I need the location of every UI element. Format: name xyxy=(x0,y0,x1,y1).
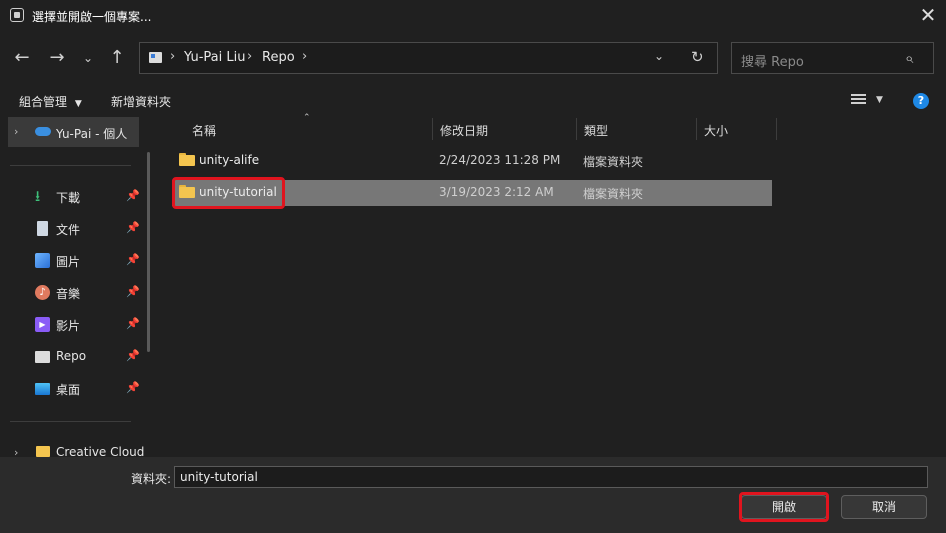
sidebar-item-documents[interactable]: 文件 📌 xyxy=(0,214,150,244)
refresh-icon[interactable]: ↻ xyxy=(691,48,704,66)
file-type: 檔案資料夾 xyxy=(583,155,644,169)
search-placeholder: 搜尋 Repo xyxy=(741,55,804,70)
column-header-modified[interactable]: 修改日期 xyxy=(440,122,488,139)
music-icon: ♪ xyxy=(35,285,50,300)
sidebar-item-label: 文件 xyxy=(56,223,81,237)
sidebar-item-label: Yu-Pai - 個人 xyxy=(56,127,128,141)
file-modified: 2/24/2023 11:28 PM xyxy=(439,153,561,167)
search-box[interactable]: 搜尋 Repo ⌕ xyxy=(731,42,934,74)
sidebar-item-label: Repo xyxy=(56,349,87,363)
chevron-right-icon[interactable]: › xyxy=(170,49,175,64)
file-type: 檔案資料夾 xyxy=(583,187,644,201)
window-title: 選擇並開啟一個專案... xyxy=(32,10,152,24)
recent-locations-button[interactable]: ⌄ xyxy=(74,44,102,72)
sidebar-item-pictures[interactable]: 圖片 📌 xyxy=(0,246,150,276)
pin-icon: 📌 xyxy=(126,349,140,362)
column-divider[interactable] xyxy=(776,118,777,140)
pin-icon: 📌 xyxy=(126,189,140,202)
column-divider[interactable] xyxy=(696,118,697,140)
up-button[interactable]: ↑ xyxy=(103,44,131,72)
file-row[interactable]: unity-alife 2/24/2023 11:28 PM 檔案資料夾 xyxy=(172,148,772,174)
sidebar-scrollbar[interactable] xyxy=(147,152,150,352)
sidebar-item-label: 下載 xyxy=(56,191,81,205)
address-dropdown-icon[interactable]: ⌄ xyxy=(654,49,664,63)
back-button[interactable]: ← xyxy=(8,44,36,72)
download-icon: ⭳ xyxy=(35,187,41,205)
cancel-button[interactable]: 取消 xyxy=(841,495,927,519)
new-folder-button[interactable]: 新增資料夾 xyxy=(111,93,171,110)
divider xyxy=(10,165,131,166)
folder-icon xyxy=(35,351,50,363)
pin-icon: 📌 xyxy=(126,221,140,234)
pin-icon: 📌 xyxy=(126,381,140,394)
help-icon[interactable]: ? xyxy=(913,93,929,109)
folder-icon xyxy=(179,153,195,166)
view-options-icon[interactable] xyxy=(851,94,866,107)
chevron-right-icon[interactable]: › xyxy=(302,49,307,64)
highlight-box xyxy=(739,492,829,522)
folder-name-value: unity-tutorial xyxy=(180,470,258,484)
divider xyxy=(10,421,131,422)
pin-icon: 📌 xyxy=(126,253,140,266)
forward-button[interactable]: → xyxy=(43,44,71,72)
organize-label: 組合管理 xyxy=(19,95,68,109)
pin-icon: 📌 xyxy=(126,285,140,298)
column-header-size[interactable]: 大小 xyxy=(704,122,728,139)
location-icon xyxy=(149,52,162,63)
caret-down-icon[interactable]: ▼ xyxy=(876,95,883,105)
app-icon xyxy=(10,8,24,22)
sidebar-item-label: 桌面 xyxy=(56,383,81,397)
desktop-icon xyxy=(35,383,50,395)
column-header-name[interactable]: 名稱 xyxy=(192,122,216,139)
sidebar-item-downloads[interactable]: ⭳ 下載 📌 xyxy=(0,182,150,212)
breadcrumb-item[interactable]: Yu-Pai Liu xyxy=(184,50,245,65)
column-divider[interactable] xyxy=(576,118,577,140)
highlight-box xyxy=(172,177,285,209)
column-header-type[interactable]: 類型 xyxy=(584,122,608,139)
breadcrumb-item[interactable]: Repo xyxy=(262,50,295,65)
sidebar-item-repo[interactable]: Repo 📌 xyxy=(0,342,150,372)
file-name: unity-alife xyxy=(199,153,260,167)
folder-name-input[interactable]: unity-tutorial xyxy=(174,466,928,488)
chevron-right-icon[interactable]: › xyxy=(14,125,18,138)
organize-menu[interactable]: 組合管理 ▼ xyxy=(19,93,82,110)
file-modified: 3/19/2023 2:12 AM xyxy=(439,185,554,199)
document-icon xyxy=(37,221,48,236)
creative-cloud-icon xyxy=(36,446,50,457)
sidebar-item-desktop[interactable]: 桌面 📌 xyxy=(0,374,150,404)
close-button[interactable]: ✕ xyxy=(914,2,942,28)
sidebar-item-label: 音樂 xyxy=(56,287,81,301)
sort-ascending-icon: ⌃ xyxy=(303,113,311,123)
search-icon[interactable]: ⌕ xyxy=(905,49,913,67)
sidebar-item-label: 影片 xyxy=(56,319,81,333)
caret-down-icon: ▼ xyxy=(74,99,82,109)
cloud-icon xyxy=(35,127,51,136)
video-icon: ▶ xyxy=(35,317,50,332)
sidebar-item-videos[interactable]: ▶ 影片 📌 xyxy=(0,310,150,340)
pin-icon: 📌 xyxy=(126,317,140,330)
sidebar-item-label: 圖片 xyxy=(56,255,81,269)
picture-icon xyxy=(35,253,50,268)
chevron-right-icon[interactable]: › xyxy=(247,49,252,64)
column-divider[interactable] xyxy=(432,118,433,140)
folder-field-label: 資料夾: xyxy=(131,472,172,486)
address-bar[interactable]: › Yu-Pai Liu › Repo › ⌄ ↻ xyxy=(139,42,718,74)
sidebar-item-music[interactable]: ♪ 音樂 📌 xyxy=(0,278,150,308)
